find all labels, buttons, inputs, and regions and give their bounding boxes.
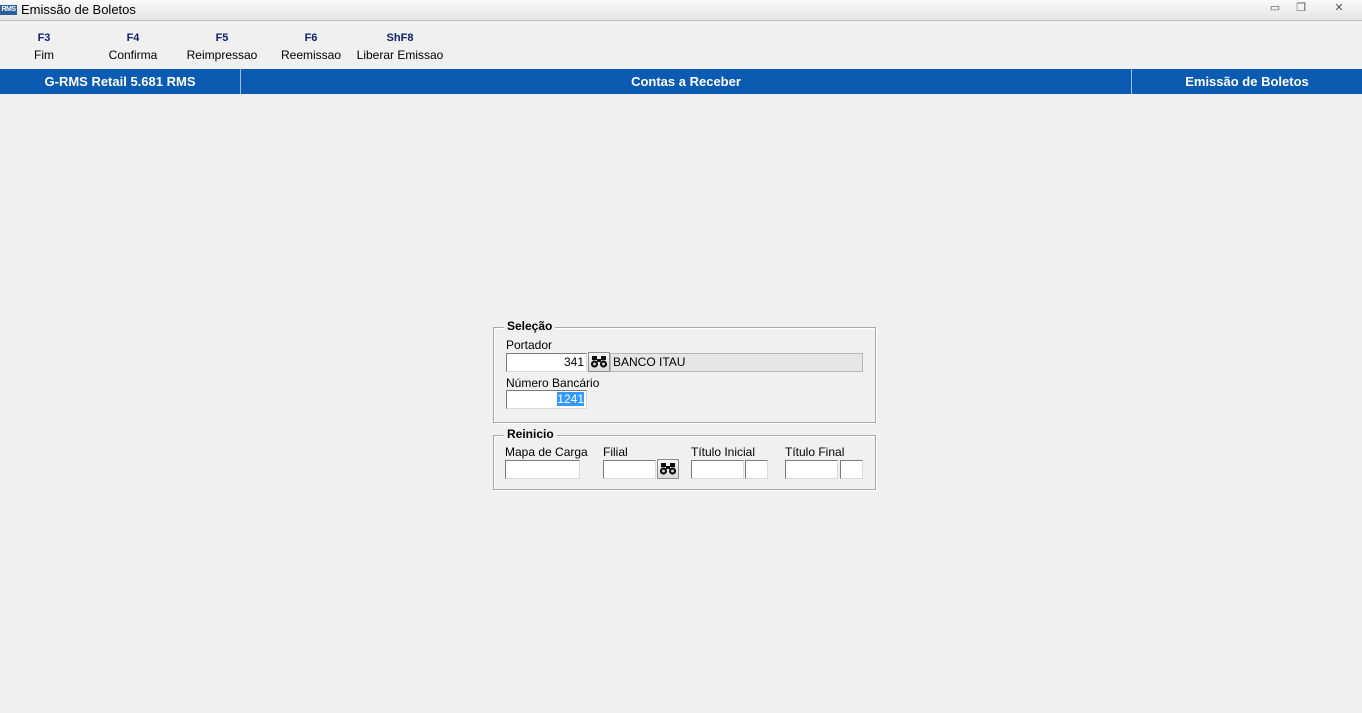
f5-key-label: F5 <box>215 32 229 44</box>
filial-input[interactable] <box>603 460 656 479</box>
shf8-liberar-emissao-button[interactable]: ShF8 Liberar Emissao <box>355 30 445 64</box>
rms-app-icon: RMS <box>0 5 17 15</box>
binoculars-icon <box>590 356 608 368</box>
restore-button[interactable]: ❐ <box>1288 0 1314 16</box>
titulo-final-input[interactable] <box>785 460 838 479</box>
f6-action-label: Reemissao <box>280 48 342 62</box>
binoculars-icon <box>659 463 677 475</box>
f4-key-label: F4 <box>126 32 140 44</box>
numero-bancario-label: Número Bancário <box>506 376 600 390</box>
screen-name: Emissão de Boletos <box>1185 74 1309 89</box>
portador-input[interactable]: 341 <box>506 353 587 372</box>
titulo-final-label: Título Final <box>785 445 845 459</box>
reinicio-group-title: Reinicio <box>504 427 557 441</box>
titulo-inicial-label: Título Inicial <box>691 445 756 459</box>
mapa-de-carga-label: Mapa de Carga <box>505 445 588 459</box>
portador-label: Portador <box>506 338 553 352</box>
window-title-bar: RMS Emissão de Boletos ▭ ❐ ✕ <box>0 0 1362 21</box>
numero-bancario-value: 1241 <box>557 392 584 406</box>
titulo-final-suffix-input[interactable] <box>840 460 863 479</box>
module-name: Contas a Receber <box>631 74 741 89</box>
numero-bancario-input[interactable]: 1241 <box>506 390 587 409</box>
mapa-de-carga-input[interactable] <box>505 460 580 479</box>
selecao-group-title: Seleção <box>504 319 556 333</box>
titulo-inicial-suffix-input[interactable] <box>745 460 768 479</box>
filial-label: Filial <box>603 445 628 459</box>
module-header-bar: G-RMS Retail 5.681 RMS Contas a Receber … <box>0 69 1362 94</box>
shf8-action-label: Liberar Emissao <box>356 48 444 62</box>
selecao-group: Seleção Portador 341 BANCO ITAU Número B… <box>493 319 876 423</box>
window-title: Emissão de Boletos <box>21 2 136 17</box>
f5-reimpressao-button[interactable]: F5 Reimpressao <box>185 30 259 64</box>
shf8-key-label: ShF8 <box>386 32 414 44</box>
f3-key-label: F3 <box>37 32 51 44</box>
f3-action-label: Fim <box>34 48 54 62</box>
f4-confirma-button[interactable]: F4 Confirma <box>103 30 163 64</box>
portador-lookup-button[interactable] <box>588 352 610 372</box>
minimize-button[interactable]: ▭ <box>1262 0 1288 16</box>
f6-key-label: F6 <box>304 32 318 44</box>
f6-reemissao-button[interactable]: F6 Reemissao <box>278 30 344 64</box>
f4-action-label: Confirma <box>108 48 158 62</box>
portador-name-display: BANCO ITAU <box>610 353 863 372</box>
close-button[interactable]: ✕ <box>1320 0 1358 16</box>
f5-action-label: Reimpressao <box>186 48 258 62</box>
system-version: G-RMS Retail 5.681 RMS <box>44 74 196 89</box>
titulo-inicial-input[interactable] <box>691 460 744 479</box>
filial-lookup-button[interactable] <box>657 459 679 479</box>
reinicio-group: Reinicio Mapa de Carga Filial Título Ini… <box>493 427 876 490</box>
f3-fim-button[interactable]: F3 Fim <box>24 30 64 64</box>
